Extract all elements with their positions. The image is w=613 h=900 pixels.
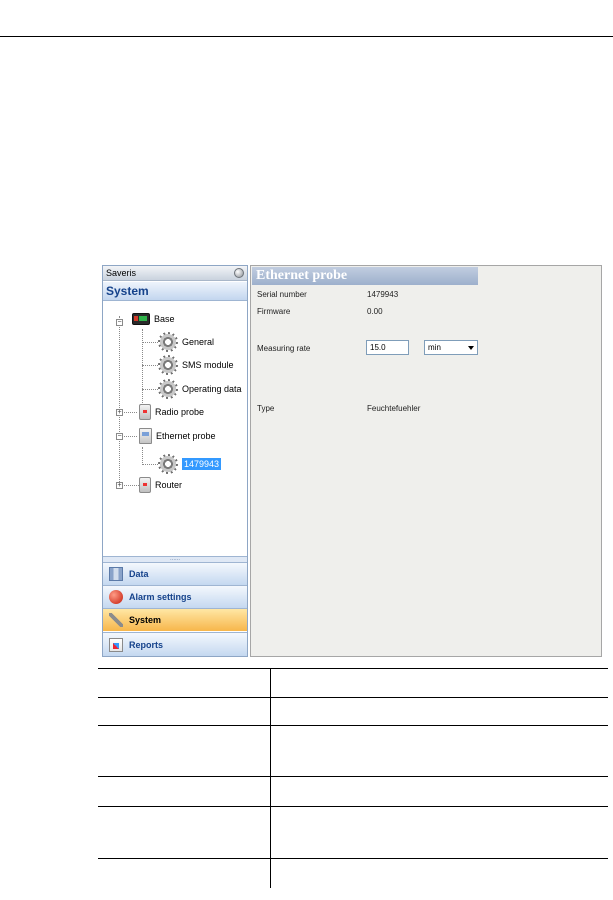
tree-node-label: Operating data xyxy=(182,384,242,394)
type-value: Feuchtefuehler xyxy=(367,404,421,413)
base-collapse-toggle[interactable]: − xyxy=(116,319,123,326)
unit-select-value: min xyxy=(428,343,441,352)
nav-button-label: Alarm settings xyxy=(129,592,192,602)
radio-probe-expand-toggle[interactable]: + xyxy=(116,409,123,416)
tree-node-label: Router xyxy=(155,480,183,490)
table-column-divider xyxy=(270,668,271,888)
pin-icon[interactable] xyxy=(234,268,244,278)
serial-number-label: Serial number xyxy=(257,290,307,299)
ethernet-probe-collapse-toggle[interactable]: − xyxy=(116,433,123,440)
pane-title: Saveris xyxy=(106,268,137,278)
application-screenshot: Saveris System − Base General SMS module… xyxy=(102,265,602,657)
tree-node-operating-data[interactable]: Operating data xyxy=(158,378,242,400)
tree-node-router[interactable]: Router xyxy=(139,474,182,496)
router-expand-toggle[interactable]: + xyxy=(116,482,123,489)
system-header: System xyxy=(103,282,247,301)
firmware-value: 0.00 xyxy=(367,307,383,316)
tree-node-base[interactable]: Base xyxy=(132,308,175,330)
measuring-rate-label: Measuring rate xyxy=(257,344,311,353)
system-tree: − Base General SMS module Operating data… xyxy=(103,302,247,556)
tree-node-label: Ethernet probe xyxy=(156,431,216,441)
table-rule xyxy=(98,668,608,669)
nav-button-reports[interactable]: Reports xyxy=(103,632,247,656)
gear-icon xyxy=(158,332,178,352)
tree-node-label: Radio probe xyxy=(155,407,205,417)
table-rule xyxy=(98,776,608,777)
nav-button-data[interactable]: Data xyxy=(103,562,247,585)
radio-probe-icon xyxy=(139,404,151,420)
chevron-down-icon xyxy=(468,346,474,350)
content-title: Ethernet probe xyxy=(252,267,478,285)
serial-number-value: 1479943 xyxy=(367,290,399,299)
tree-node-sms-module[interactable]: SMS module xyxy=(158,354,234,376)
report-icon xyxy=(109,637,123,652)
type-label: Type xyxy=(257,404,275,413)
firmware-label: Firmware xyxy=(257,307,291,316)
nav-button-label: Reports xyxy=(129,639,164,650)
table-rule xyxy=(98,725,608,726)
tree-node-general[interactable]: General xyxy=(158,331,214,353)
pane-title-bar: Saveris xyxy=(103,266,247,281)
nav-button-label: Data xyxy=(129,569,149,579)
tree-node-label: 1479943 xyxy=(182,458,222,470)
database-icon xyxy=(109,567,123,581)
page-header-rule xyxy=(0,36,613,37)
router-icon xyxy=(139,477,151,493)
tree-node-radio-probe[interactable]: Radio probe xyxy=(139,401,204,423)
base-station-icon xyxy=(132,313,150,325)
nav-button-system[interactable]: System xyxy=(103,608,247,631)
alarm-light-icon xyxy=(109,590,123,604)
nav-button-alarm-settings[interactable]: Alarm settings xyxy=(103,585,247,608)
tree-node-label: SMS module xyxy=(182,360,234,370)
gear-icon xyxy=(158,454,178,474)
tree-node-label: General xyxy=(182,337,215,347)
table-rule xyxy=(98,858,608,859)
tree-node-label: Base xyxy=(154,314,175,324)
tree-node-probe-serial[interactable]: 1479943 xyxy=(158,453,222,475)
navigation-pane: Saveris System − Base General SMS module… xyxy=(102,265,248,657)
measuring-rate-unit-select[interactable]: min xyxy=(424,340,478,355)
wrench-icon xyxy=(109,613,123,627)
measuring-rate-input[interactable]: 15.0 xyxy=(366,340,409,355)
tree-node-ethernet-probe[interactable]: Ethernet probe xyxy=(139,425,216,447)
content-pane: Ethernet probe Serial number 1479943 Fir… xyxy=(250,265,602,657)
gear-icon xyxy=(158,355,178,375)
table-rule xyxy=(98,806,608,807)
ethernet-probe-icon xyxy=(139,428,152,444)
table-rule xyxy=(98,697,608,698)
gear-icon xyxy=(158,379,178,399)
nav-button-label: System xyxy=(129,615,162,625)
